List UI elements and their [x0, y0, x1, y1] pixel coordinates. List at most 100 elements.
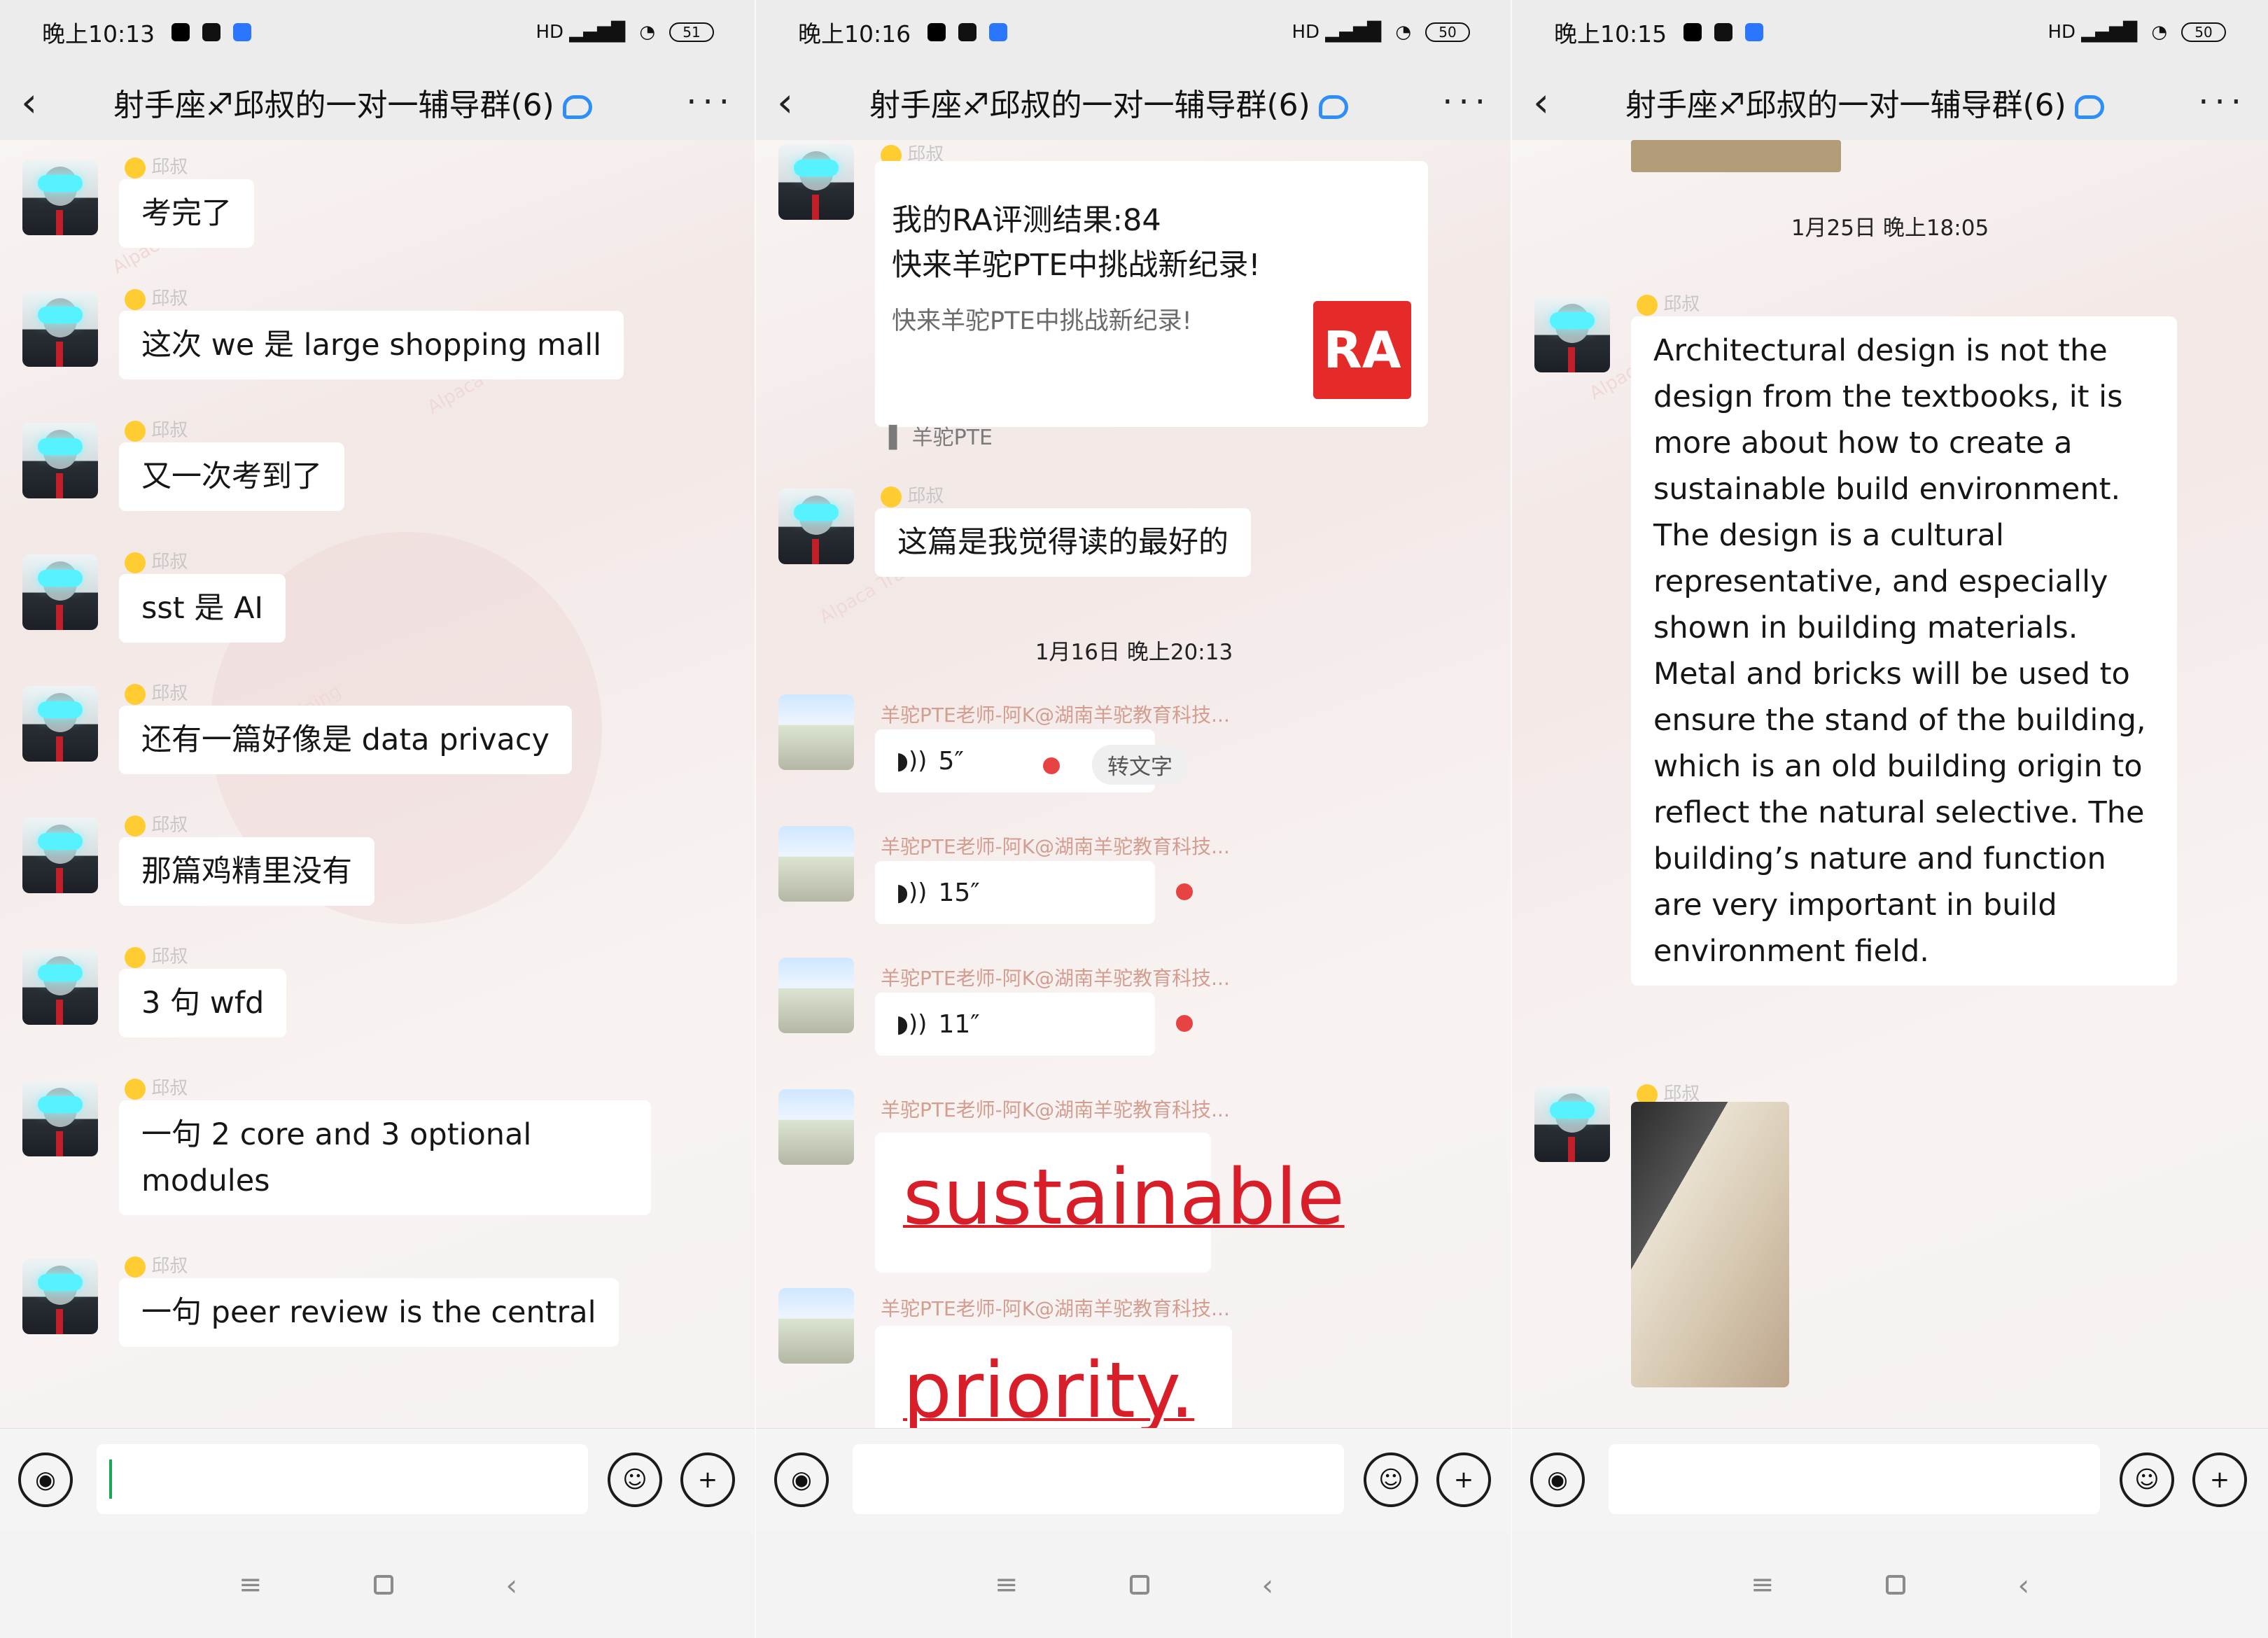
- emoji-face-icon: [125, 552, 146, 573]
- voice-icon[interactable]: ◉: [1530, 1452, 1585, 1507]
- message-bubble[interactable]: 这次 we 是 large shopping mall: [119, 311, 624, 379]
- chat-header: ‹ 射手座♐邱叔的一对一辅导群(6) ···: [1512, 64, 2268, 140]
- message-input[interactable]: [853, 1444, 1344, 1514]
- teacher-avatar[interactable]: [778, 826, 854, 902]
- chat-panel-3: 晚上10:15 HD ▂▄▆█ ◔ 50 ‹ 射手座♐邱叔的一对一辅导群(6) …: [1512, 0, 2268, 1638]
- signal-icon: HD ▂▄▆█: [2047, 22, 2138, 43]
- home-icon[interactable]: [1886, 1575, 1906, 1595]
- more-icon[interactable]: ···: [1442, 83, 1491, 122]
- image-word-card[interactable]: priority.: [875, 1326, 1232, 1428]
- chat-title: 射手座♐邱叔的一对一辅导群(6): [869, 80, 1348, 125]
- nickname: 邱叔: [125, 153, 188, 178]
- voice-icon[interactable]: ◉: [18, 1452, 73, 1507]
- message-input[interactable]: [1609, 1444, 2100, 1514]
- voice-wave-icon: ◗)): [896, 1010, 927, 1038]
- message-bubble[interactable]: 一句 2 core and 3 optional modules: [119, 1100, 651, 1215]
- message-row: 邱叔 那篇鸡精里没有: [0, 798, 755, 917]
- avatar[interactable]: [22, 686, 98, 762]
- emoji-icon[interactable]: ☺: [608, 1452, 662, 1507]
- message-bubble[interactable]: 还有一篇好像是 data privacy: [119, 706, 572, 774]
- nickname: 邱叔: [125, 547, 188, 573]
- emoji-face-icon: [125, 157, 146, 178]
- teacher-name: 羊驼PTE老师-阿K@湖南羊驼教育科技...: [881, 967, 1230, 990]
- chat-area[interactable]: Alpaca Training Alpaca Training Alpaca T…: [0, 140, 755, 1428]
- avatar[interactable]: [1534, 1086, 1610, 1162]
- message-bubble[interactable]: 这篇是我觉得读的最好的: [875, 508, 1251, 577]
- plus-icon[interactable]: +: [680, 1452, 735, 1507]
- home-icon[interactable]: [1130, 1575, 1150, 1595]
- tiktok-icon: [202, 23, 221, 41]
- wifi-icon: ◔: [2151, 22, 2167, 43]
- chat-area[interactable]: Alpaca Training Alpaca Training 1月25日 晚上…: [1512, 140, 2268, 1428]
- back-arrow-icon[interactable]: ‹: [1533, 82, 1565, 122]
- alarm-icon: [927, 23, 946, 41]
- signal-icon: HD ▂▄▆█: [1292, 22, 1382, 43]
- input-bar: ◉ ☺ +: [756, 1428, 1511, 1532]
- back-nav-icon[interactable]: ‹: [1261, 1568, 1273, 1602]
- card-title-line1: 我的RA评测结果:84: [892, 203, 1161, 238]
- nickname: 邱叔: [125, 1252, 188, 1278]
- voice-icon[interactable]: ◉: [774, 1452, 829, 1507]
- voice-extras: 转文字: [756, 729, 1511, 792]
- status-app-icons: [927, 23, 1008, 41]
- avatar[interactable]: [22, 1081, 98, 1156]
- avatar[interactable]: [22, 1259, 98, 1334]
- plus-icon[interactable]: +: [2192, 1452, 2247, 1507]
- nickname: 邱叔: [881, 482, 944, 507]
- emoji-face-icon: [125, 1078, 146, 1100]
- emoji-icon[interactable]: ☺: [1364, 1452, 1418, 1507]
- battery-icon: 50: [2181, 22, 2226, 42]
- image-thumbnail-partial[interactable]: [1631, 140, 1841, 172]
- teacher-avatar[interactable]: [778, 958, 854, 1033]
- emoji-face-icon: [125, 683, 146, 705]
- photo-message[interactable]: [1631, 1102, 1789, 1387]
- message-row: 邱叔 这篇是我觉得读的最好的: [756, 469, 1511, 588]
- recent-apps-icon[interactable]: ≡: [1751, 1569, 1774, 1601]
- chat-header: ‹ 射手座♐邱叔的一对一辅导群(6) ···: [756, 64, 1511, 140]
- avatar[interactable]: [22, 949, 98, 1025]
- back-arrow-icon[interactable]: ‹: [21, 82, 53, 122]
- avatar[interactable]: [22, 818, 98, 893]
- message-bubble[interactable]: 一句 peer review is the central: [119, 1278, 619, 1347]
- avatar[interactable]: [22, 160, 98, 235]
- chat-title: 射手座♐邱叔的一对一辅导群(6): [1625, 80, 2104, 125]
- message-bubble[interactable]: Architectural design is not the design f…: [1631, 316, 2177, 986]
- back-arrow-icon[interactable]: ‹: [777, 82, 809, 122]
- message-bubble[interactable]: sst 是 AI: [119, 574, 286, 643]
- teacher-avatar[interactable]: [778, 1089, 854, 1165]
- more-icon[interactable]: ···: [686, 83, 735, 122]
- recent-apps-icon[interactable]: ≡: [995, 1569, 1018, 1601]
- convert-to-text-button[interactable]: 转文字: [1092, 745, 1188, 785]
- card-title-line2: 快来羊驼PTE中挑战新纪录!: [892, 248, 1261, 283]
- message-bubble[interactable]: 又一次考到了: [119, 442, 344, 511]
- message-bubble[interactable]: 3 句 wfd: [119, 969, 287, 1037]
- back-nav-icon[interactable]: ‹: [505, 1568, 517, 1602]
- message-bubble[interactable]: 那篇鸡精里没有: [119, 837, 374, 906]
- avatar[interactable]: [778, 144, 854, 220]
- plus-icon[interactable]: +: [1436, 1452, 1491, 1507]
- unread-dot: [1043, 757, 1060, 774]
- chat-area[interactable]: Alpaca Training Alpaca Training 邱叔 我的RA评…: [756, 140, 1511, 1428]
- image-word-card[interactable]: sustainable: [875, 1133, 1345, 1273]
- avatar[interactable]: [1534, 297, 1610, 372]
- recent-apps-icon[interactable]: ≡: [239, 1569, 262, 1601]
- avatar[interactable]: [22, 423, 98, 498]
- message-row: 邱叔 我的RA评测结果:84 快来羊驼PTE中挑战新纪录! 快来羊驼PTE中挑战…: [756, 140, 1511, 462]
- message-input[interactable]: [97, 1444, 588, 1514]
- status-right: HD ▂▄▆█ ◔ 50: [1292, 22, 1470, 43]
- voice-message[interactable]: ◗)) 11″: [875, 993, 1193, 1056]
- avatar[interactable]: [778, 489, 854, 564]
- emoji-face-icon: [125, 815, 146, 836]
- back-nav-icon[interactable]: ‹: [2017, 1568, 2029, 1602]
- message-row: 邱叔 一句 peer review is the central: [0, 1239, 755, 1358]
- share-card[interactable]: 我的RA评测结果:84 快来羊驼PTE中挑战新纪录! 快来羊驼PTE中挑战新纪录…: [875, 161, 1428, 427]
- chat-panel-1: 晚上10:13 HD ▂▄▆█ ◔ 51 ‹ 射手座♐邱叔的一对一辅导群(6) …: [0, 0, 756, 1638]
- message-bubble[interactable]: 考完了: [119, 179, 254, 248]
- home-icon[interactable]: [374, 1575, 394, 1595]
- avatar[interactable]: [22, 291, 98, 367]
- more-icon[interactable]: ···: [2198, 83, 2247, 122]
- teacher-avatar[interactable]: [778, 1288, 854, 1364]
- emoji-icon[interactable]: ☺: [2120, 1452, 2174, 1507]
- voice-message[interactable]: ◗)) 15″: [875, 861, 1193, 924]
- avatar[interactable]: [22, 554, 98, 630]
